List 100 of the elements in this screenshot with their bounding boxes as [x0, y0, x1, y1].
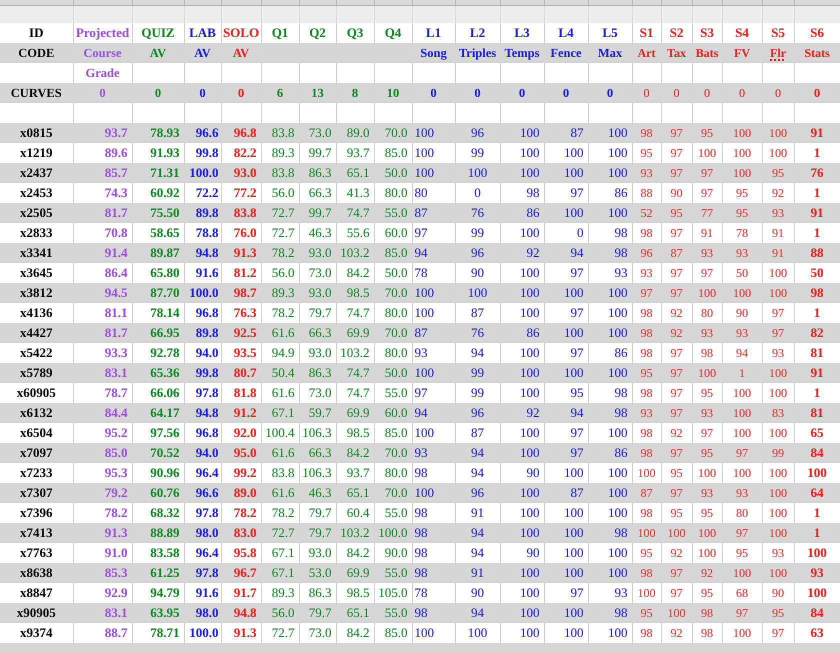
- table-cell: 94.8: [234, 605, 256, 620]
- table-cell: 100: [638, 586, 656, 600]
- table-cell: 87: [640, 486, 652, 500]
- table-cell: 92.9: [104, 585, 128, 600]
- table-cell: 97: [670, 386, 682, 400]
- row-id: x5422: [20, 345, 52, 360]
- table-cell: 100: [520, 365, 540, 380]
- table-cell: 78.2: [104, 505, 128, 520]
- table-cell: 74.7: [346, 365, 370, 380]
- table-cell: 81: [810, 345, 824, 360]
- table-cell: 95: [640, 546, 652, 560]
- table-cell: 61.25: [150, 565, 180, 580]
- table-cell: 100: [608, 145, 628, 160]
- table-cell: 94: [570, 245, 584, 260]
- row-id: x7097: [20, 445, 52, 460]
- table-cell: 95.2: [104, 425, 128, 440]
- column-subheader: Tax: [667, 46, 686, 60]
- table-cell: 74.7: [346, 205, 370, 220]
- table-cell: 69.9: [346, 325, 370, 340]
- table-cell: 46.3: [308, 485, 332, 500]
- table-cell: 87: [414, 325, 428, 340]
- table-cell: 93: [810, 565, 824, 580]
- curve-value: 0: [518, 86, 526, 100]
- table-cell: 100: [638, 526, 656, 540]
- table-cell: 56.0: [272, 605, 294, 620]
- table-cell: 70.0: [384, 125, 408, 140]
- table-cell: 95: [670, 466, 682, 480]
- table-cell: 95: [640, 606, 652, 620]
- row-id: x4427: [20, 325, 52, 340]
- table-cell: 66.3: [308, 185, 332, 200]
- table-cell: 65.80: [150, 265, 180, 280]
- table-cell: 98: [640, 326, 652, 340]
- table-cell: 86.3: [308, 365, 332, 380]
- table-cell: 86: [526, 325, 540, 340]
- column-header: QUIZ: [141, 25, 175, 40]
- table-cell: 75.50: [150, 205, 180, 220]
- table-cell: 97: [570, 185, 584, 200]
- table-cell: 82: [810, 325, 824, 340]
- table-cell: 93.0: [308, 545, 332, 560]
- table-cell: 88.7: [104, 625, 128, 640]
- table-cell: 78.2: [234, 505, 256, 520]
- table-cell: 95.3: [104, 465, 128, 480]
- table-cell: 91.3: [234, 245, 256, 260]
- table-cell: 100: [520, 625, 540, 640]
- table-cell: 55.0: [384, 505, 408, 520]
- row-id: x7413: [20, 525, 52, 540]
- curve-value: 0: [199, 86, 206, 100]
- table-cell: 79.7: [308, 605, 332, 620]
- table-cell: 66.06: [150, 385, 180, 400]
- table-cell: 98: [640, 566, 652, 580]
- table-cell: 84.2: [346, 265, 370, 280]
- table-cell: 100: [520, 485, 540, 500]
- row-id: x60905: [16, 385, 56, 400]
- table-cell: 97: [736, 526, 748, 540]
- table-cell: 91.3: [104, 525, 128, 540]
- curve-value: 0: [99, 86, 106, 100]
- table-cell: 87: [670, 246, 682, 260]
- column-subheader: Flr: [770, 46, 786, 60]
- column-subheader: Fence: [550, 46, 582, 60]
- table-cell: 100: [414, 305, 434, 320]
- table-cell: 100: [608, 505, 628, 520]
- table-cell: 98.5: [346, 285, 370, 300]
- table-cell: 99: [471, 145, 484, 160]
- table-cell: 60.76: [150, 485, 180, 500]
- table-cell: 100: [564, 565, 584, 580]
- table-cell: 98: [640, 126, 652, 140]
- row-id: x7307: [20, 485, 52, 500]
- table-cell: 91.2: [234, 405, 256, 420]
- table-cell: 95: [670, 206, 682, 220]
- table-cell: 93.7: [346, 465, 370, 480]
- table-cell: 97.8: [196, 505, 218, 520]
- table-cell: 98: [640, 506, 652, 520]
- table-cell: 93: [736, 326, 748, 340]
- table-cell: 90: [526, 465, 540, 480]
- table-cell: 60.92: [150, 185, 180, 200]
- table-cell: 100: [769, 126, 787, 140]
- table-cell: 94.8: [196, 245, 218, 260]
- table-cell: 94: [471, 445, 484, 460]
- table-cell: 99: [772, 446, 784, 460]
- table-cell: 91: [701, 226, 713, 240]
- table-cell: 94.5: [104, 285, 128, 300]
- table-cell: 96: [471, 125, 484, 140]
- table-cell: 95.8: [234, 545, 256, 560]
- table-cell: 81.2: [234, 265, 256, 280]
- table-cell: 80.0: [384, 465, 408, 480]
- table-cell: 98: [614, 525, 628, 540]
- table-cell: 93: [701, 486, 713, 500]
- table-cell: 95: [736, 186, 748, 200]
- table-cell: 100: [520, 305, 540, 320]
- table-cell: 100: [520, 505, 540, 520]
- table-cell: 100: [769, 506, 787, 520]
- table-cell: 106.3: [302, 425, 332, 440]
- table-cell: 87: [570, 485, 584, 500]
- table-cell: 78.14: [150, 305, 180, 320]
- table-cell: 91.6: [196, 585, 218, 600]
- table-cell: 95: [772, 606, 784, 620]
- table-cell: 85.0: [384, 625, 408, 640]
- table-cell: 100: [608, 205, 628, 220]
- column-header: L4: [558, 25, 574, 40]
- table-cell: 100: [769, 566, 787, 580]
